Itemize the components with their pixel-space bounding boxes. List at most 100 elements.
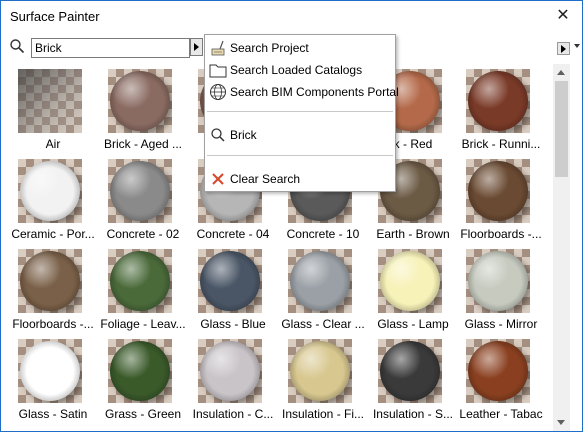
material-sphere — [20, 251, 80, 311]
menu-item-search-loaded-catalogs[interactable]: Search Loaded Catalogs — [205, 60, 395, 80]
surface-tile[interactable]: Insulation - Fi... — [279, 337, 367, 427]
surface-label: Glass - Mirror — [464, 317, 538, 331]
surface-thumbnail — [108, 249, 172, 313]
surface-tile[interactable]: Concrete - 02 — [99, 157, 187, 247]
material-sphere — [110, 251, 170, 311]
material-sphere — [110, 341, 170, 401]
material-sphere — [290, 251, 350, 311]
surface-tile[interactable]: Insulation - C... — [189, 337, 277, 427]
surface-label: Leather - Tabac — [459, 407, 543, 421]
material-sphere — [290, 341, 350, 401]
surface-label: Brick - Runni... — [461, 137, 541, 151]
search-options-button[interactable] — [190, 38, 203, 56]
surface-label: Insulation - C... — [192, 407, 274, 421]
menu-item-search-project[interactable]: Search Project — [205, 38, 395, 58]
surface-label: Glass - Clear ... — [281, 317, 365, 331]
surface-tile[interactable]: Grass - Green — [99, 337, 187, 427]
surface-tile[interactable]: Air — [9, 67, 97, 157]
scroll-down-button[interactable] — [553, 414, 570, 431]
scroll-up-button[interactable] — [553, 64, 570, 81]
menu-item-clear-search[interactable]: Clear Search — [205, 169, 395, 189]
window-title: Surface Painter — [10, 9, 100, 24]
menu-item-search-bim-portal[interactable]: Search BIM Components Portal — [205, 82, 399, 102]
menu-item-label: Search Loaded Catalogs — [230, 63, 363, 77]
material-sphere — [200, 251, 260, 311]
globe-icon — [210, 84, 226, 100]
surface-label: Glass - Lamp — [377, 317, 449, 331]
surface-thumbnail — [466, 69, 530, 133]
surface-tile[interactable]: Brick - Aged ... — [99, 67, 187, 157]
surface-tile[interactable]: Glass - Blue — [189, 247, 277, 337]
search-dropdown-menu: Search Project Search Loaded Catalogs Se… — [204, 34, 399, 192]
material-sphere — [380, 341, 440, 401]
material-sphere — [20, 341, 80, 401]
folder-icon — [209, 64, 227, 78]
surface-tile[interactable]: Ceramic - Por... — [9, 157, 97, 247]
surface-thumbnail — [198, 249, 262, 313]
menu-divider — [207, 155, 393, 156]
surface-thumbnail — [466, 339, 530, 403]
surface-label: Grass - Green — [104, 407, 182, 421]
surface-tile[interactable]: Glass - Lamp — [369, 247, 457, 337]
surface-tile[interactable]: Insulation - S... — [369, 337, 457, 427]
surface-label: Brick - Aged ... — [103, 137, 183, 151]
surface-tile[interactable]: Glass - Satin — [9, 337, 97, 427]
surface-thumbnail — [108, 339, 172, 403]
surface-tile[interactable]: Foliage - Leav... — [99, 247, 187, 337]
surface-label: Earth - Brown — [376, 227, 450, 241]
surface-thumbnail — [198, 339, 262, 403]
chevron-down-icon[interactable] — [574, 44, 580, 48]
title-bar: Surface Painter ✕ — [1, 1, 582, 32]
surface-label: Ceramic - Por... — [11, 227, 95, 241]
menu-item-recent-brick[interactable]: Brick — [205, 125, 395, 145]
surface-label: Insulation - Fi... — [281, 407, 365, 421]
surface-tile[interactable]: Brick - Runni... — [457, 67, 545, 157]
surface-thumbnail — [288, 339, 352, 403]
close-icon[interactable]: ✕ — [553, 6, 573, 26]
surface-thumbnail — [288, 249, 352, 313]
surface-thumbnail — [378, 339, 442, 403]
surface-label: Glass - Satin — [18, 407, 88, 421]
surface-thumbnail — [466, 159, 530, 223]
surface-label: Floorboards -... — [460, 227, 542, 241]
surface-thumbnail — [18, 69, 82, 133]
surface-label: Air — [45, 137, 61, 151]
surface-tile[interactable]: Glass - Clear ... — [279, 247, 367, 337]
surface-tile[interactable]: Floorboards -... — [9, 247, 97, 337]
surface-label: Glass - Blue — [200, 317, 266, 331]
material-sphere — [468, 161, 528, 221]
surface-thumbnail — [18, 159, 82, 223]
air-preview — [18, 69, 82, 133]
brush-icon — [211, 40, 225, 56]
surface-thumbnail — [108, 159, 172, 223]
surface-label: Foliage - Leav... — [100, 317, 186, 331]
surface-thumbnail — [466, 249, 530, 313]
material-sphere — [380, 251, 440, 311]
material-sphere — [110, 71, 170, 131]
surface-tile[interactable]: Floorboards -... — [457, 157, 545, 247]
surface-thumbnail — [18, 249, 82, 313]
surface-thumbnail — [378, 249, 442, 313]
surface-label: Concrete - 10 — [286, 227, 360, 241]
surface-painter-window: Surface Painter ✕ AirBrick - Aged ...Brk… — [0, 0, 583, 432]
material-sphere — [468, 71, 528, 131]
menu-item-label: Clear Search — [230, 172, 301, 186]
surface-thumbnail — [108, 69, 172, 133]
menu-divider — [207, 111, 393, 112]
surface-label: Floorboards -... — [12, 317, 94, 331]
material-sphere — [200, 341, 260, 401]
material-sphere — [468, 251, 528, 311]
surface-tile[interactable]: Glass - Mirror — [457, 247, 545, 337]
scroll-right-button[interactable] — [557, 42, 570, 55]
material-sphere — [468, 341, 528, 401]
surface-label: Concrete - 02 — [106, 227, 180, 241]
menu-item-label: Brick — [230, 128, 257, 142]
vertical-scrollbar[interactable] — [553, 64, 570, 431]
surface-label: Concrete - 04 — [196, 227, 270, 241]
surface-tile[interactable]: Leather - Tabac — [457, 337, 545, 427]
surface-thumbnail — [18, 339, 82, 403]
scroll-thumb[interactable] — [555, 81, 568, 177]
menu-item-label: Search BIM Components Portal — [230, 85, 399, 99]
search-icon — [10, 39, 25, 54]
search-input[interactable] — [31, 38, 190, 58]
